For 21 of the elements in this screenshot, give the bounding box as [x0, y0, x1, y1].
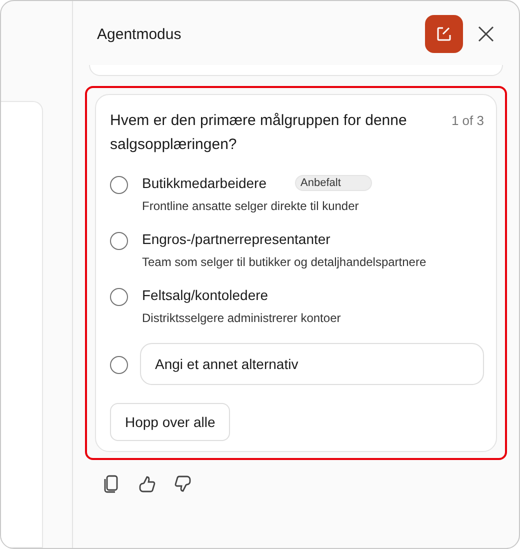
- new-chat-button[interactable]: [425, 15, 463, 53]
- option-label: Engros-/partnerrepresentanter: [142, 231, 330, 247]
- close-icon: [478, 26, 494, 42]
- edit-icon: [435, 25, 453, 43]
- radio-button[interactable]: [110, 176, 128, 194]
- radio-button[interactable]: [110, 356, 128, 374]
- question-text: Hvem er den primære målgruppen for denne salgsopplæringen?: [110, 111, 408, 155]
- panel-title: Agentmodus: [97, 26, 182, 42]
- recommended-badge: Anbefalt: [294, 175, 372, 191]
- option-description: Team som selger til butikker og detaljhandelspartnere: [142, 255, 426, 269]
- option-label: Butikkmedarbeidere: [142, 175, 267, 191]
- radio-button[interactable]: [110, 288, 128, 306]
- option-description: Frontline ansatte selger direkte til kunder: [142, 199, 360, 213]
- radio-button[interactable]: [110, 232, 128, 250]
- thumbs-down-icon[interactable]: [173, 474, 193, 494]
- question-counter: 1 of 3: [451, 112, 484, 130]
- option-label: Feltsalg/kontoledere: [142, 287, 268, 303]
- thumbs-up-icon[interactable]: [137, 474, 157, 494]
- skip-all-button[interactable]: Hopp over alle: [110, 403, 230, 441]
- option-description: Distriktsselgere administrerer kontoer: [142, 311, 341, 325]
- other-option-field[interactable]: Angi et annet alternativ: [140, 343, 484, 385]
